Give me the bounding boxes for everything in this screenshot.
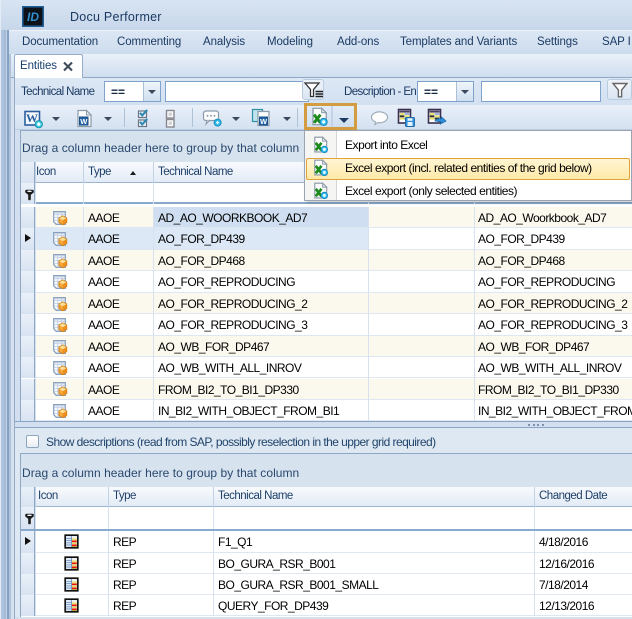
svg-text:ID: ID [27, 10, 39, 24]
svg-text:W: W [260, 117, 268, 126]
svg-text:W: W [80, 117, 88, 126]
